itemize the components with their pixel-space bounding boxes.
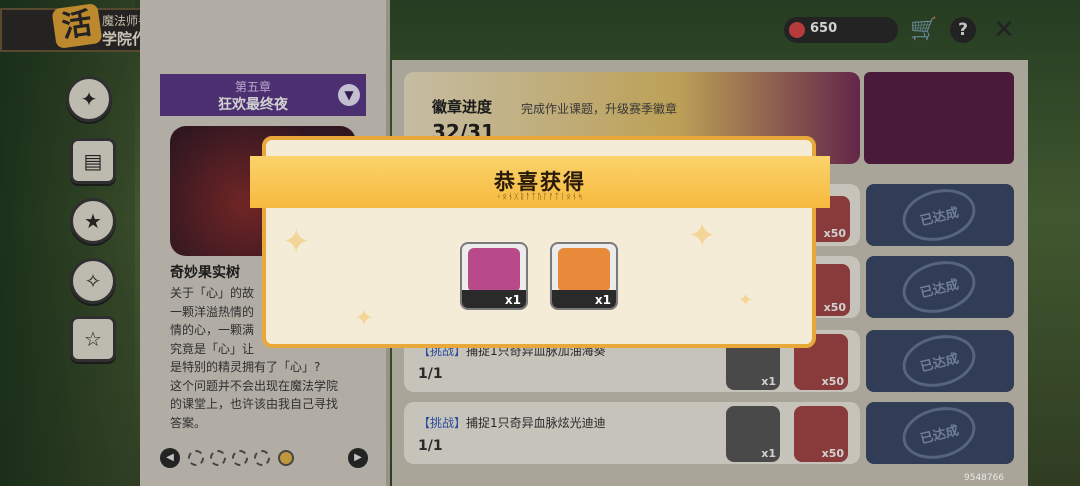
player-uid: 9548766	[964, 473, 1005, 483]
sparkle-icon: ✦	[354, 304, 375, 332]
reward-item-card[interactable]: x1	[550, 242, 618, 310]
reward-quantity: x1	[594, 293, 611, 307]
card-pack-icon	[468, 248, 520, 292]
modal-subtitle-runes: ᚲᛟᚾᚷᚱᚨᛏᚢᛚᚨᛏᛁᛟᚾᛋ	[496, 192, 584, 201]
gift-box-icon	[558, 248, 610, 292]
sparkle-icon: ✦	[688, 216, 717, 256]
sparkle-icon: ✦	[738, 290, 754, 311]
reward-item-card[interactable]: x1	[460, 242, 528, 310]
reward-quantity: x1	[504, 293, 521, 307]
sparkle-icon: ✦	[282, 222, 311, 262]
